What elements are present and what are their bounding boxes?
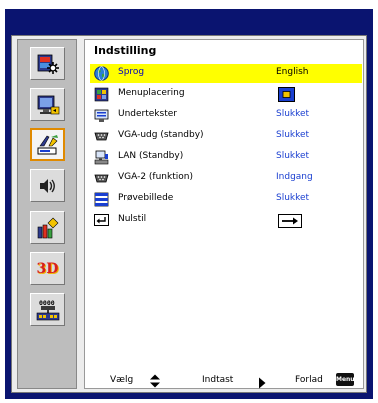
menu-item-value: Slukket <box>276 151 310 161</box>
menu-item-label: LAN (Standby) <box>118 151 184 161</box>
menu-item-value: Slukket <box>276 130 310 140</box>
window-right-border <box>367 9 373 399</box>
menu-item-value: Indgang <box>276 172 313 182</box>
menu-item-label: Nulstil <box>118 214 147 224</box>
menu-item-menuplacering[interactable]: Menuplacering <box>90 85 362 104</box>
menu-item-nulstil[interactable]: Nulstil <box>90 211 362 230</box>
lan-settings-icon: 0000 <box>35 297 61 323</box>
window-bottom-border <box>5 393 373 399</box>
sidebar-item-image-settings[interactable] <box>30 47 65 80</box>
3d-icon: 3D <box>36 260 59 277</box>
menu-item-proevebillede[interactable]: Prøvebillede Slukket <box>90 190 362 209</box>
display-icon <box>36 93 60 117</box>
setup-icon <box>35 132 61 158</box>
vga-out-icon <box>94 129 109 144</box>
sidebar-item-options[interactable] <box>30 211 65 244</box>
sidebar-item-volume[interactable] <box>30 169 65 202</box>
menu-position-icon <box>278 87 295 106</box>
menu-item-label: Sprog <box>118 67 145 77</box>
options-icon <box>35 215 61 241</box>
right-arrow-icon <box>258 374 266 393</box>
menu-item-vga-2[interactable]: VGA-2 (funktion) Indgang <box>90 169 362 188</box>
footer-select-label: Vælg <box>110 375 134 385</box>
sidebar-item-display[interactable] <box>30 88 65 121</box>
reset-icon <box>94 213 109 228</box>
menu-item-label: Prøvebillede <box>118 193 174 203</box>
globe-icon <box>94 66 109 81</box>
window-top-bar <box>5 9 373 35</box>
enter-arrow-icon <box>278 213 302 232</box>
volume-icon <box>37 175 59 197</box>
sidebar-item-setup[interactable] <box>30 128 65 161</box>
up-down-arrows-icon <box>149 373 161 392</box>
closed-caption-icon <box>94 108 109 123</box>
footer-enter-label: Indtast <box>202 375 234 385</box>
image-settings-icon <box>36 52 60 76</box>
menu-item-value: Slukket <box>276 109 310 119</box>
menu-key-icon: Menu <box>336 373 355 386</box>
menu-item-label: VGA-2 (funktion) <box>118 172 193 182</box>
menu-item-lan-standby[interactable]: LAN (Standby) Slukket <box>90 148 362 167</box>
menu-item-label: Menuplacering <box>118 88 185 98</box>
menu-item-label: VGA-udg (standby) <box>118 130 204 140</box>
vga2-icon <box>94 171 109 186</box>
menu-item-value: English <box>276 67 309 77</box>
lan-icon <box>94 150 109 165</box>
page-title: Indstilling <box>94 44 157 57</box>
sidebar-item-3d[interactable]: 3D <box>30 252 65 285</box>
footer-exit-label: Forlad <box>295 375 323 385</box>
svg-text:0000: 0000 <box>39 299 55 307</box>
menu-item-vga-udg[interactable]: VGA-udg (standby) Slukket <box>90 127 362 146</box>
menu-item-label: Undertekster <box>118 109 177 119</box>
menu-item-undertekster[interactable]: Undertekster Slukket <box>90 106 362 125</box>
menu-item-value: Slukket <box>276 193 310 203</box>
test-pattern-icon <box>94 192 109 207</box>
menu-item-sprog[interactable]: Sprog English <box>90 64 362 83</box>
menu-location-icon <box>94 87 109 102</box>
sidebar-item-lan[interactable]: 0000 <box>30 293 65 326</box>
